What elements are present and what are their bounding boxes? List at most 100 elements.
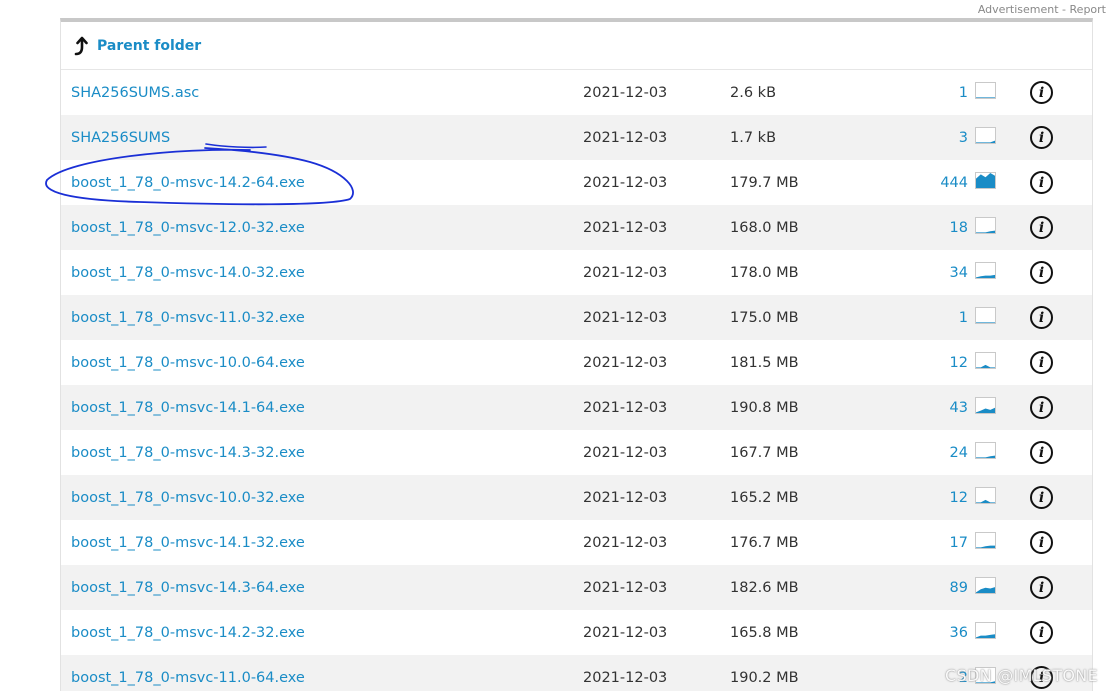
info-icon[interactable]: i xyxy=(1030,621,1053,644)
download-count-link[interactable]: 36 xyxy=(901,625,968,641)
file-date: 2021-12-03 xyxy=(583,489,668,506)
file-size: 165.2 MB xyxy=(730,489,799,506)
info-icon[interactable]: i xyxy=(1030,351,1053,374)
download-activity-sparkline[interactable] xyxy=(975,442,996,459)
file-row: boost_1_78_0-msvc-10.0-64.exe 2021-12-03 1… xyxy=(61,340,1092,385)
download-count-link[interactable]: 12 xyxy=(901,355,968,371)
info-icon[interactable]: i xyxy=(1030,441,1053,464)
download-activity-sparkline[interactable] xyxy=(975,127,996,144)
info-icon[interactable]: i xyxy=(1030,531,1053,554)
file-date: 2021-12-03 xyxy=(583,129,668,146)
file-date: 2021-12-03 xyxy=(583,219,668,236)
file-row: SHA256SUMS 2021-12-03 1.7 kB 3 i xyxy=(61,115,1092,160)
download-count-link[interactable]: 3 xyxy=(901,130,968,146)
report-link[interactable]: Report xyxy=(1070,3,1106,16)
download-count-link[interactable]: 12 xyxy=(901,490,968,506)
file-name-link[interactable]: boost_1_78_0-msvc-14.2-32.exe xyxy=(71,625,305,641)
csdn-watermark: CSDN @IMLSTONE xyxy=(945,666,1098,685)
file-size: 167.7 MB xyxy=(730,444,799,461)
file-date: 2021-12-03 xyxy=(583,579,668,596)
download-activity-sparkline[interactable] xyxy=(975,172,996,189)
file-date: 2021-12-03 xyxy=(583,174,668,191)
file-size: 181.5 MB xyxy=(730,354,799,371)
download-count-link[interactable]: 43 xyxy=(901,400,968,416)
download-activity-sparkline[interactable] xyxy=(975,622,996,639)
info-icon[interactable]: i xyxy=(1030,81,1053,104)
download-count-link[interactable]: 1 xyxy=(901,85,968,101)
file-row: boost_1_78_0-msvc-12.0-32.exe 2021-12-03 1… xyxy=(61,205,1092,250)
download-activity-sparkline[interactable] xyxy=(975,307,996,324)
info-icon[interactable]: i xyxy=(1030,171,1053,194)
download-activity-sparkline[interactable] xyxy=(975,262,996,279)
download-activity-sparkline[interactable] xyxy=(975,217,996,234)
file-size: 176.7 MB xyxy=(730,534,799,551)
sparkline-area xyxy=(976,364,995,368)
sparkline-area xyxy=(976,545,995,548)
file-size: 190.8 MB xyxy=(730,399,799,416)
info-icon[interactable]: i xyxy=(1030,396,1053,419)
download-activity-sparkline[interactable] xyxy=(975,82,996,99)
sparkline-area xyxy=(976,97,995,98)
file-name-link[interactable]: boost_1_78_0-msvc-14.1-32.exe xyxy=(71,535,305,551)
file-date: 2021-12-03 xyxy=(583,84,668,101)
file-size: 179.7 MB xyxy=(730,174,799,191)
sparkline-area xyxy=(976,140,995,143)
download-count-link[interactable]: 24 xyxy=(901,445,968,461)
download-activity-sparkline[interactable] xyxy=(975,397,996,414)
download-count-link[interactable]: 1 xyxy=(901,310,968,326)
download-count-link[interactable]: 17 xyxy=(901,535,968,551)
info-icon[interactable]: i xyxy=(1030,486,1053,509)
turn-up-arrow-icon xyxy=(73,36,91,56)
file-row: boost_1_78_0-msvc-11.0-64.exe 2021-12-03 1… xyxy=(61,655,1092,691)
info-icon[interactable]: i xyxy=(1030,126,1053,149)
file-name-link[interactable]: boost_1_78_0-msvc-14.2-64.exe xyxy=(71,175,305,191)
file-row: boost_1_78_0-msvc-10.0-32.exe 2021-12-03 1… xyxy=(61,475,1092,520)
file-date: 2021-12-03 xyxy=(583,669,668,686)
file-name-link[interactable]: SHA256SUMS.asc xyxy=(71,85,199,101)
file-date: 2021-12-03 xyxy=(583,534,668,551)
file-size: 175.0 MB xyxy=(730,309,799,326)
file-row: boost_1_78_0-msvc-14.1-32.exe 2021-12-03 1… xyxy=(61,520,1092,565)
parent-folder-row[interactable]: Parent folder xyxy=(61,22,1092,70)
file-name-link[interactable]: boost_1_78_0-msvc-10.0-64.exe xyxy=(71,355,305,371)
file-size: 165.8 MB xyxy=(730,624,799,641)
file-date: 2021-12-03 xyxy=(583,309,668,326)
file-name-link[interactable]: boost_1_78_0-msvc-14.0-32.exe xyxy=(71,265,305,281)
file-row: boost_1_78_0-msvc-11.0-32.exe 2021-12-03 1… xyxy=(61,295,1092,340)
file-name-link[interactable]: boost_1_78_0-msvc-11.0-64.exe xyxy=(71,670,305,686)
file-name-link[interactable]: boost_1_78_0-msvc-12.0-32.exe xyxy=(71,220,305,236)
download-activity-sparkline[interactable] xyxy=(975,352,996,369)
info-icon[interactable]: i xyxy=(1030,576,1053,599)
file-name-link[interactable]: SHA256SUMS xyxy=(71,130,170,146)
sparkline-area xyxy=(976,274,995,278)
parent-folder-link[interactable]: Parent folder xyxy=(97,38,201,54)
file-size: 182.6 MB xyxy=(730,579,799,596)
info-icon[interactable]: i xyxy=(1030,261,1053,284)
download-activity-sparkline[interactable] xyxy=(975,577,996,594)
download-count-link[interactable]: 18 xyxy=(901,220,968,236)
file-name-link[interactable]: boost_1_78_0-msvc-10.0-32.exe xyxy=(71,490,305,506)
file-name-link[interactable]: boost_1_78_0-msvc-11.0-32.exe xyxy=(71,310,305,326)
sparkline-area xyxy=(976,499,995,503)
download-activity-sparkline[interactable] xyxy=(975,487,996,504)
file-size: 168.0 MB xyxy=(730,219,799,236)
file-size: 178.0 MB xyxy=(730,264,799,281)
download-count-link[interactable]: 89 xyxy=(901,580,968,596)
file-name-link[interactable]: boost_1_78_0-msvc-14.3-64.exe xyxy=(71,580,305,596)
sparkline-area xyxy=(976,587,995,593)
sparkline-area xyxy=(976,322,995,323)
file-list: SHA256SUMS.asc 2021-12-03 2.6 kB 1 i SHA256SU… xyxy=(61,70,1092,691)
file-name-link[interactable]: boost_1_78_0-msvc-14.1-64.exe xyxy=(71,400,305,416)
download-count-link[interactable]: 444 xyxy=(901,175,968,191)
sparkline-area xyxy=(976,455,995,458)
file-name-link[interactable]: boost_1_78_0-msvc-14.3-32.exe xyxy=(71,445,305,461)
info-icon[interactable]: i xyxy=(1030,306,1053,329)
file-row: boost_1_78_0-msvc-14.1-64.exe 2021-12-03 1… xyxy=(61,385,1092,430)
file-size: 2.6 kB xyxy=(730,84,777,101)
info-icon[interactable]: i xyxy=(1030,216,1053,239)
file-size: 190.2 MB xyxy=(730,669,799,686)
advertisement-link[interactable]: Advertisement xyxy=(978,3,1059,16)
file-row: SHA256SUMS.asc 2021-12-03 2.6 kB 1 i xyxy=(61,70,1092,115)
download-count-link[interactable]: 34 xyxy=(901,265,968,281)
download-activity-sparkline[interactable] xyxy=(975,532,996,549)
